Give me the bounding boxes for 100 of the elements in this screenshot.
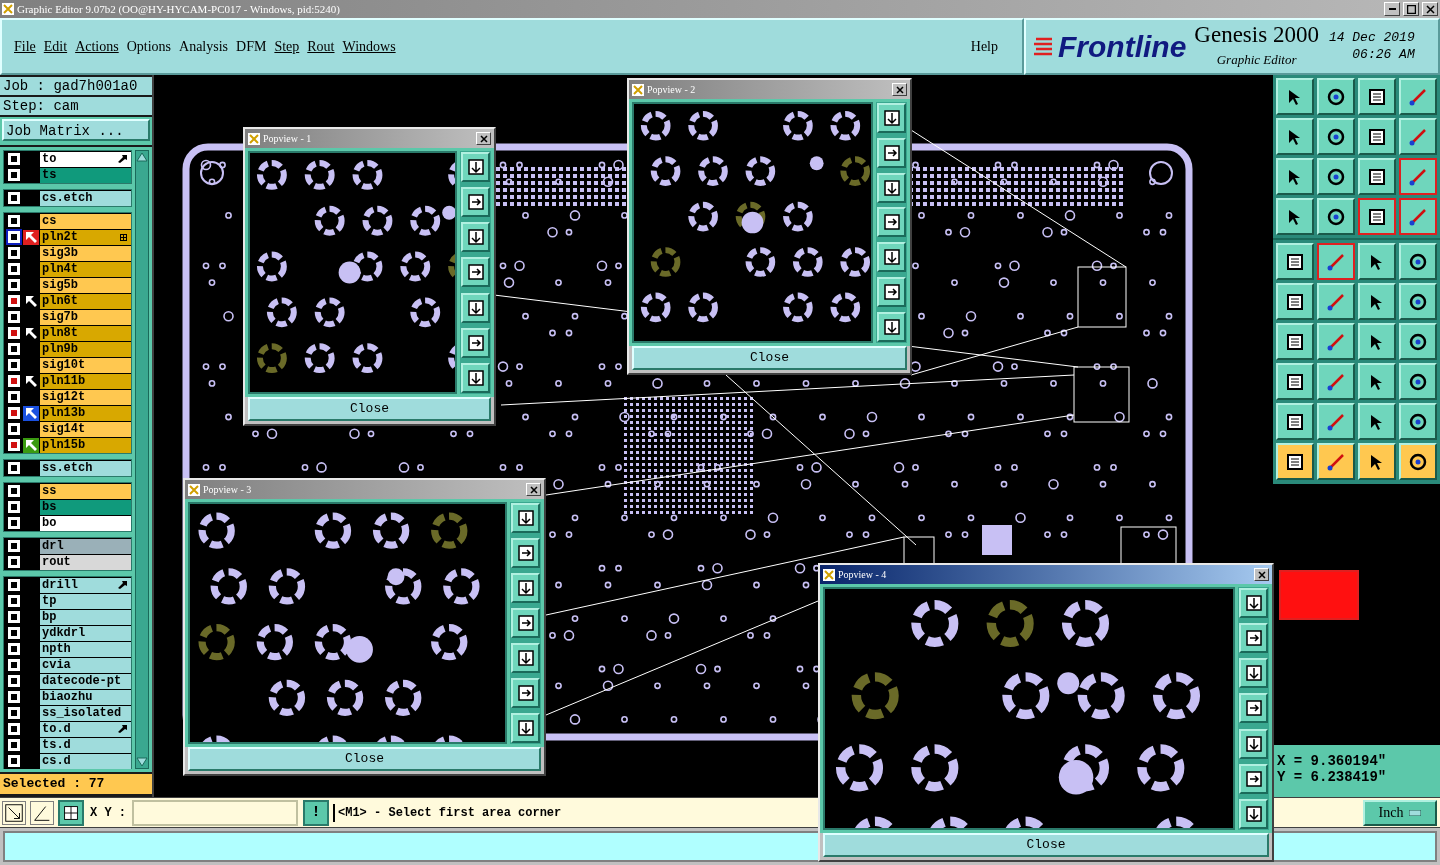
menu-item[interactable]: Help xyxy=(970,36,998,57)
layer-name[interactable]: cvia xyxy=(40,657,131,673)
scrollbar[interactable] xyxy=(135,150,149,769)
layer-name[interactable]: pln11b xyxy=(40,373,131,389)
view-tool-button[interactable] xyxy=(511,713,540,743)
layer-name[interactable]: bs xyxy=(40,499,131,515)
layer-name[interactable]: sig12t xyxy=(40,389,131,405)
layer-name[interactable]: cs.d xyxy=(40,753,131,769)
layer-name[interactable]: bp xyxy=(40,609,131,625)
view-tool-button[interactable] xyxy=(1239,623,1268,654)
layer-name[interactable]: datecode-pt xyxy=(40,673,131,689)
layer-name[interactable]: pln6t xyxy=(40,293,131,309)
layer-name[interactable]: bo xyxy=(40,515,131,531)
window-title: Popview - 3 xyxy=(203,483,253,497)
view-tool-button[interactable] xyxy=(877,103,906,133)
layer-name[interactable]: ts.d xyxy=(40,737,131,753)
units-button[interactable]: Inch xyxy=(1363,799,1437,826)
view-tool-button[interactable] xyxy=(461,152,490,182)
tool-button[interactable] xyxy=(1358,198,1396,235)
view-tool-button[interactable] xyxy=(1239,763,1268,794)
layer-name[interactable]: ts xyxy=(40,167,131,183)
view-tool-button[interactable] xyxy=(511,503,540,533)
view-tool-button[interactable] xyxy=(461,222,490,253)
layer-name[interactable]: ss xyxy=(40,483,131,499)
view-tool-button[interactable] xyxy=(1239,693,1268,724)
view-tool-button[interactable] xyxy=(461,187,490,218)
layer-name[interactable]: biaozhu xyxy=(40,689,131,705)
close-button[interactable]: Close xyxy=(248,397,491,421)
menu-item[interactable]: Step xyxy=(273,36,301,57)
layer-name[interactable]: rout xyxy=(40,554,131,570)
layer-name[interactable]: tp xyxy=(40,593,131,609)
view-tool-button[interactable] xyxy=(877,172,906,203)
menu-item[interactable]: Edit xyxy=(42,36,69,57)
layer-name[interactable]: sig10t xyxy=(40,357,131,373)
close-button[interactable] xyxy=(1254,568,1269,581)
layer-name[interactable]: sig14t xyxy=(40,421,131,437)
menu-item[interactable]: Analysis xyxy=(178,36,230,57)
frame-icon xyxy=(516,719,535,737)
layer-name[interactable]: ydkdrl xyxy=(40,625,131,641)
view-tool-button[interactable] xyxy=(877,311,906,342)
layer-name[interactable]: pln2t xyxy=(40,229,131,245)
menu-item[interactable]: Options xyxy=(125,36,173,57)
view-tool-button[interactable] xyxy=(877,242,906,273)
layer-name[interactable]: sig3b xyxy=(40,245,131,261)
view-tool-button[interactable] xyxy=(877,277,906,308)
close-button[interactable] xyxy=(1422,2,1438,16)
alert-button[interactable]: ! xyxy=(303,799,329,826)
view-tool-button[interactable] xyxy=(511,573,540,603)
layer-name[interactable]: ss_isolated xyxy=(40,705,131,721)
view-tool-button[interactable] xyxy=(1239,588,1268,618)
view-tool-button[interactable] xyxy=(511,643,540,673)
layer-name[interactable]: ss.etch xyxy=(40,460,131,476)
view-tool-button[interactable] xyxy=(511,678,540,708)
close-button[interactable] xyxy=(526,483,541,496)
view-tool-button[interactable] xyxy=(461,292,490,323)
layer-name[interactable]: npth xyxy=(40,641,131,657)
view-tool-button[interactable] xyxy=(461,257,490,288)
option-menu-icon xyxy=(1409,809,1422,816)
grid-icon[interactable] xyxy=(58,799,84,826)
frame-icon xyxy=(882,317,901,336)
zoom-area-icon[interactable] xyxy=(2,800,26,825)
layer-name[interactable]: drl xyxy=(40,538,131,554)
menu-item[interactable]: DFM xyxy=(235,36,268,57)
menu-item[interactable]: Windows xyxy=(341,36,397,57)
frame-icon xyxy=(516,684,535,702)
layer-name[interactable]: to.d xyxy=(40,721,131,737)
close-button[interactable] xyxy=(892,83,907,96)
view-tool-button[interactable] xyxy=(1239,798,1268,829)
view-tool-button[interactable] xyxy=(461,327,490,358)
menu-item[interactable]: Rout xyxy=(306,36,336,57)
view-tool-button[interactable] xyxy=(877,207,906,238)
xy-input-field[interactable] xyxy=(132,799,298,826)
menu-item[interactable]: File xyxy=(13,36,37,57)
view-tool-button[interactable] xyxy=(511,538,540,568)
view-tool-button[interactable] xyxy=(511,608,540,638)
menu-item[interactable]: Actions xyxy=(74,36,120,57)
angle-icon[interactable] xyxy=(30,800,54,825)
layer-name[interactable]: pln8t xyxy=(40,325,131,341)
view-tool-button[interactable] xyxy=(1239,728,1268,759)
layer-name[interactable]: pln15b xyxy=(40,437,131,453)
layer-name[interactable]: to xyxy=(40,151,131,167)
layer-name[interactable]: drill xyxy=(40,577,131,593)
close-button[interactable]: Close xyxy=(188,747,541,771)
view-tool-button[interactable] xyxy=(1239,658,1268,689)
view-tool-button[interactable] xyxy=(461,362,490,393)
layer-name[interactable]: cs.etch xyxy=(40,190,131,206)
layer-name[interactable]: sig7b xyxy=(40,309,131,325)
close-button[interactable]: Close xyxy=(823,833,1269,857)
maximize-button[interactable] xyxy=(1403,2,1419,16)
layer-name[interactable]: cs xyxy=(40,213,131,229)
frame-icon xyxy=(466,333,485,352)
minimize-button[interactable] xyxy=(1384,2,1400,16)
layer-name[interactable]: pln9b xyxy=(40,341,131,357)
close-button[interactable] xyxy=(476,132,491,145)
layer-name[interactable]: pln4t xyxy=(40,261,131,277)
close-button[interactable]: Close xyxy=(632,346,907,370)
layer-name[interactable]: pln13b xyxy=(40,405,131,421)
job-matrix-button[interactable]: Job Matrix ... xyxy=(2,119,150,141)
view-tool-button[interactable] xyxy=(877,137,906,168)
layer-name[interactable]: sig5b xyxy=(40,277,131,293)
